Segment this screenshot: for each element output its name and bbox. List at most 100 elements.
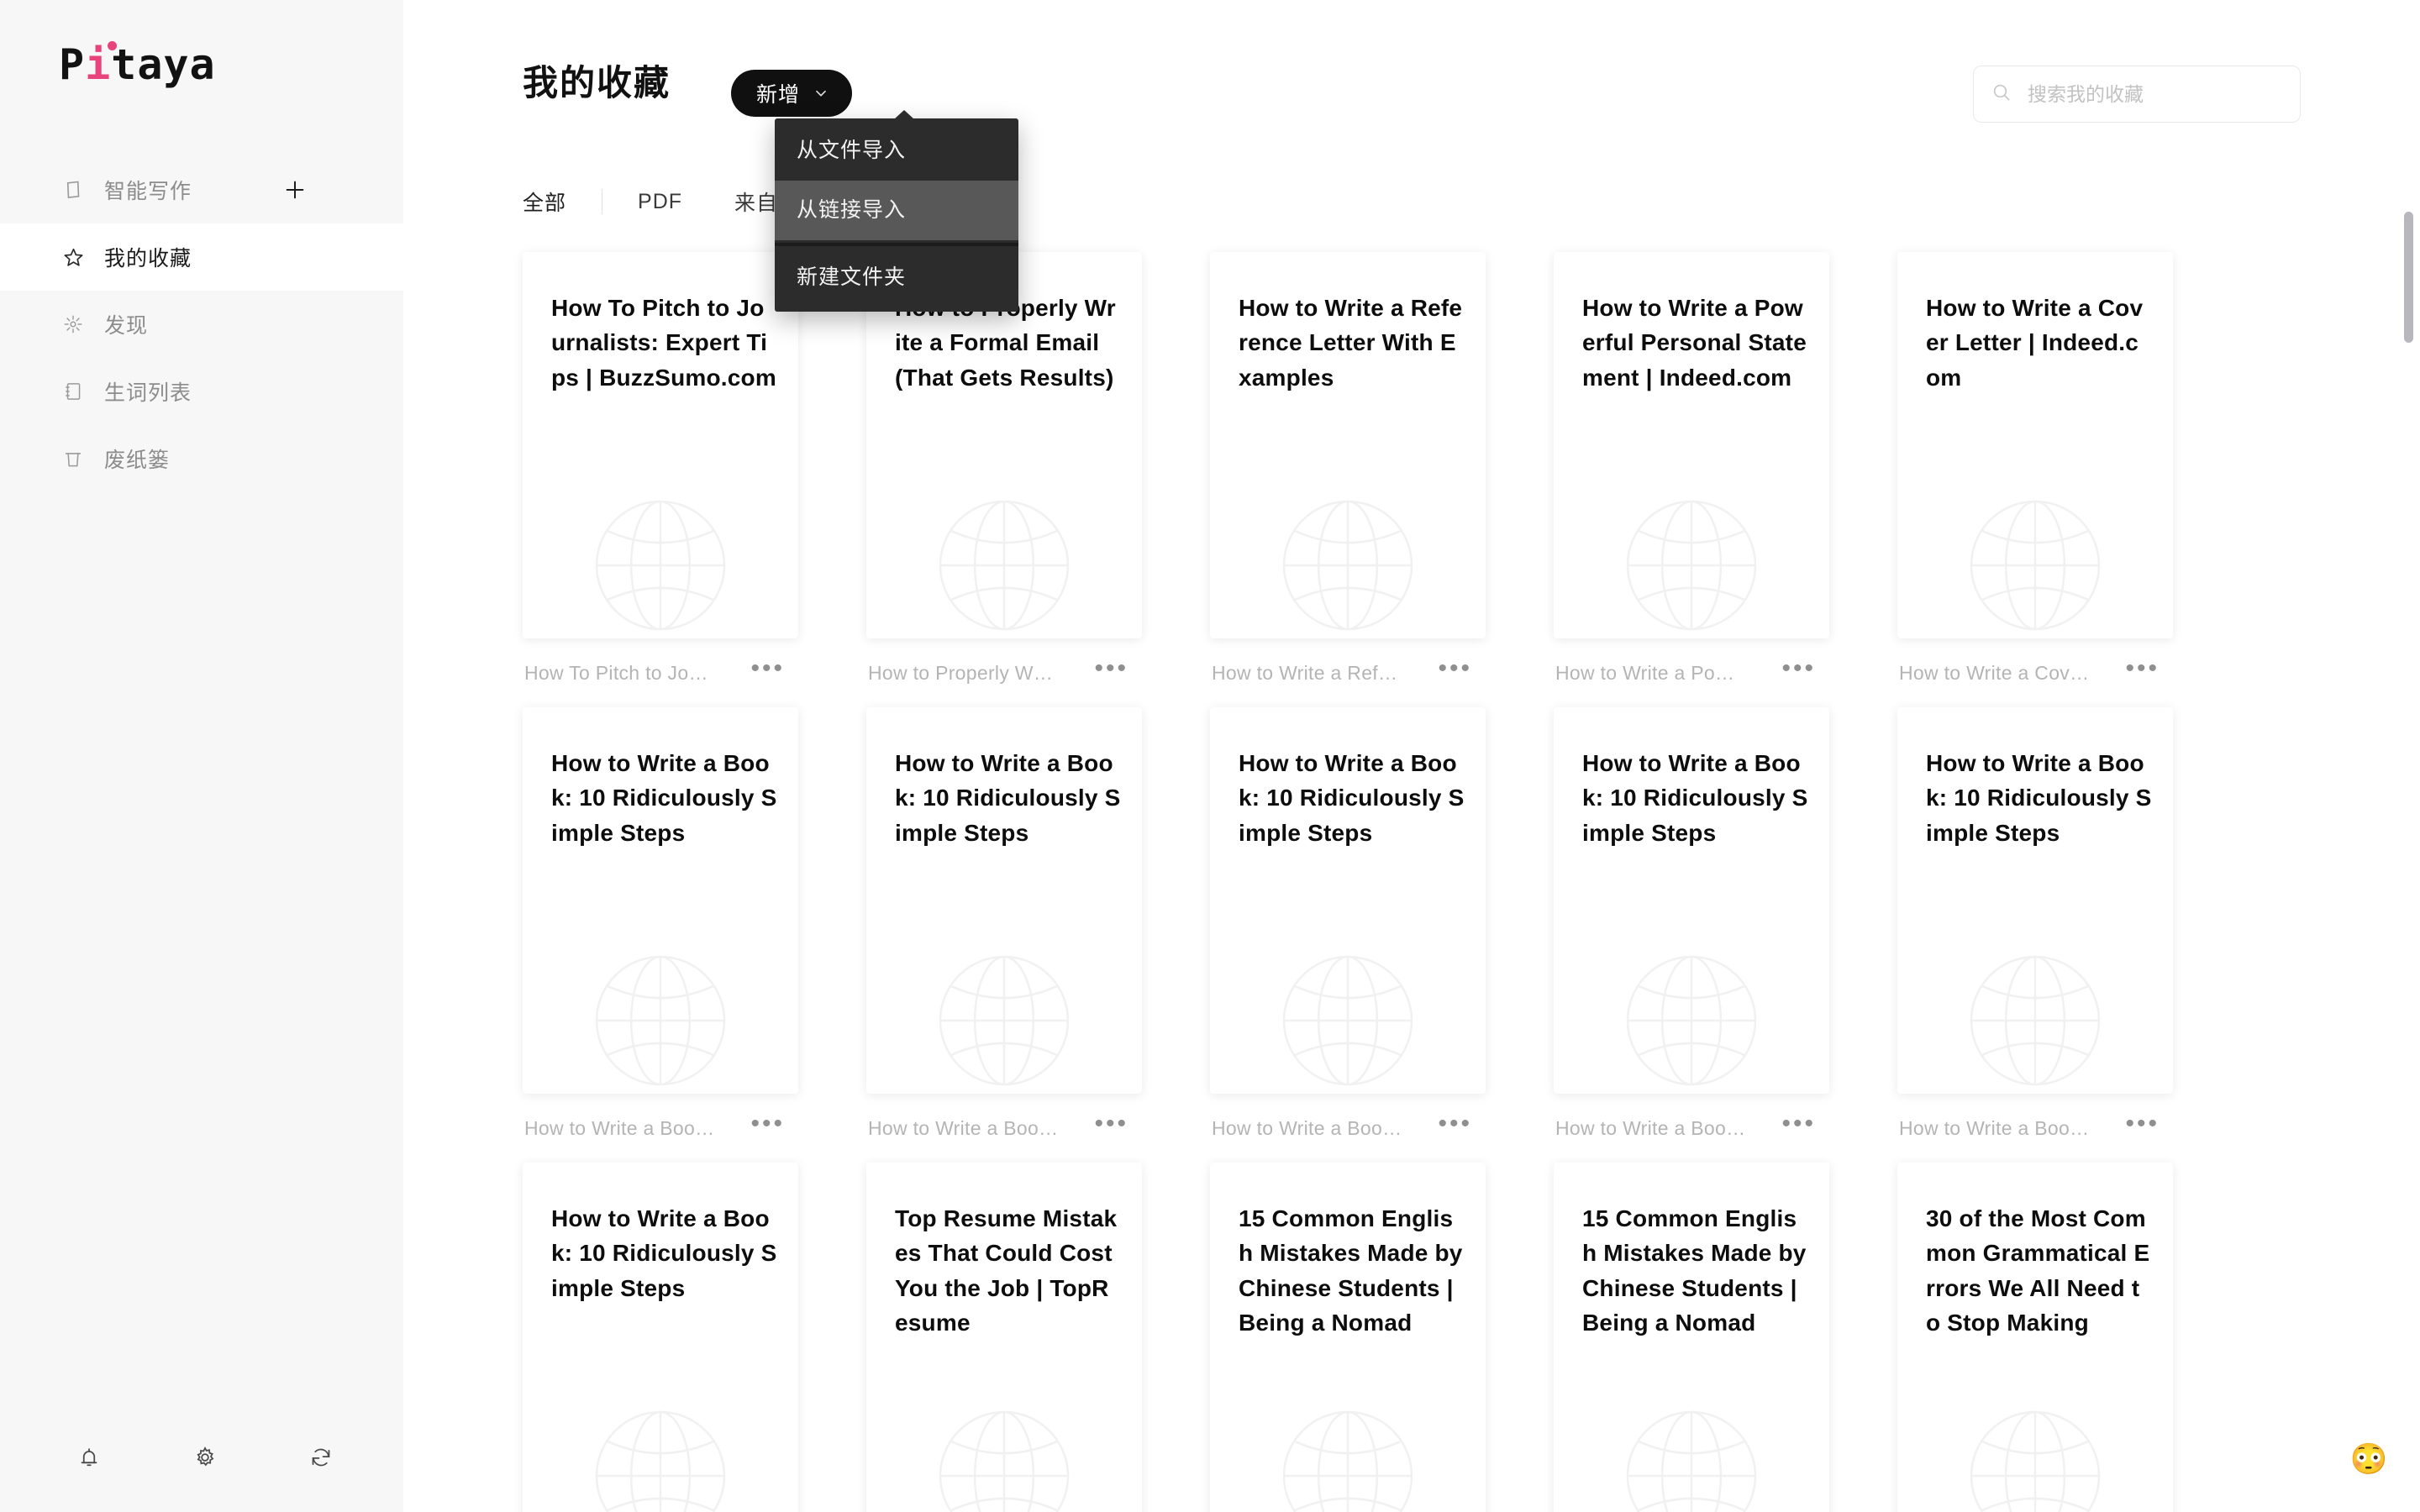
logo-container: Pitaya	[0, 0, 403, 126]
card-more-button[interactable]: •••	[1781, 1111, 1826, 1137]
card-footer: How To Pitch to Jo… •••	[523, 638, 798, 707]
card-more-button[interactable]: •••	[1438, 656, 1482, 682]
card-footer: How to Write a Boo… •••	[523, 1094, 798, 1163]
trash-icon	[60, 446, 86, 471]
card-title: How to Write a Reference Letter With Exa…	[1239, 295, 1463, 391]
bell-icon[interactable]	[71, 1439, 108, 1476]
collection-card[interactable]: 30 of the Most Common Grammatical Errors…	[1897, 1163, 2173, 1512]
card-more-button[interactable]: •••	[2125, 656, 2170, 682]
sidebar-footer	[0, 1403, 403, 1512]
card-more-button[interactable]: •••	[750, 656, 795, 682]
sidebar-item-my-collection[interactable]: 我的收藏	[0, 223, 403, 291]
sidebar-label: 智能写作	[104, 180, 192, 203]
sidebar-label: 生词列表	[104, 381, 192, 405]
globe-placeholder-icon	[1282, 955, 1413, 1086]
menu-item-import-from-link[interactable]: 从链接导入	[775, 181, 1018, 240]
collection-card-cell: How to Write a Book: 10 Ridiculously Sim…	[1897, 707, 2173, 1163]
collection-card[interactable]: How to Write a Book: 10 Ridiculously Sim…	[1554, 707, 1829, 1094]
menu-item-import-from-file[interactable]: 从文件导入	[775, 121, 1018, 181]
card-caption: How to Write a Ref…	[1212, 661, 1398, 684]
card-more-button[interactable]: •••	[1781, 656, 1826, 682]
notebook-icon	[60, 379, 86, 404]
document-icon	[60, 177, 86, 202]
collection-card[interactable]: 15 Common English Mistakes Made by Chine…	[1554, 1163, 1829, 1512]
card-caption: How to Properly W…	[868, 661, 1054, 684]
sidebar-item-vocabulary-list[interactable]: 生词列表	[0, 358, 403, 425]
card-more-button[interactable]: •••	[1094, 656, 1139, 682]
collection-card[interactable]: 15 Common English Mistakes Made by Chine…	[1210, 1163, 1486, 1512]
page-title: 我的收藏	[523, 63, 671, 102]
feedback-emoji-widget[interactable]: 😳	[2349, 1440, 2388, 1478]
card-title: 15 Common English Mistakes Made by Chine…	[1239, 1205, 1463, 1336]
card-more-button[interactable]: •••	[1094, 1111, 1139, 1137]
collection-card[interactable]: Top Resume Mistakes That Could Cost You …	[866, 1163, 1142, 1512]
collection-card[interactable]: How to Write a Book: 10 Ridiculously Sim…	[523, 1163, 798, 1512]
collection-card-cell: How to Write a Powerful Personal Stateme…	[1554, 252, 1829, 707]
sidebar-item-discover[interactable]: 发现	[0, 291, 403, 358]
collection-card-cell: How to Properly Write a Formal Email (Th…	[866, 252, 1142, 707]
app-root: Pitaya 智能写作 我的收藏 发现 生词列表 废纸篓 我的收藏 新增 搜索我…	[0, 0, 2420, 1512]
sync-icon[interactable]	[302, 1439, 339, 1476]
star-icon	[60, 244, 86, 270]
collection-grid: How To Pitch to Journalists: Expert Tips…	[523, 252, 2321, 1512]
dropdown-arrow	[894, 110, 914, 119]
card-title: How To Pitch to Journalists: Expert Tips…	[551, 295, 776, 391]
collection-card[interactable]: How to Write a Cover Letter | Indeed.com	[1897, 252, 2173, 638]
card-more-button[interactable]: •••	[1438, 1111, 1482, 1137]
collection-card[interactable]: How to Write a Book: 10 Ridiculously Sim…	[1897, 707, 2173, 1094]
logo-prefix: P	[59, 40, 86, 89]
card-footer: How to Properly W… •••	[866, 638, 1142, 707]
card-footer: How to Write a Boo… •••	[1897, 1094, 2173, 1163]
card-title: How to Write a Book: 10 Ridiculously Sim…	[551, 1205, 777, 1301]
add-document-button[interactable]	[281, 176, 309, 204]
card-more-button[interactable]: •••	[2125, 1111, 2170, 1137]
menu-item-new-folder[interactable]: 新建文件夹	[775, 248, 1018, 307]
collection-card-cell: How to Write a Reference Letter With Exa…	[1210, 252, 1486, 707]
main-content: 我的收藏 新增 全部	[403, 0, 2420, 1512]
globe-placeholder-icon	[1626, 955, 1757, 1086]
card-caption: How to Write a Cov…	[1899, 661, 2090, 684]
card-title: How to Write a Cover Letter | Indeed.com	[1926, 295, 2144, 391]
app-logo[interactable]: Pitaya	[59, 41, 216, 86]
collection-card-cell: Top Resume Mistakes That Could Cost You …	[866, 1163, 1142, 1512]
globe-placeholder-icon	[939, 1410, 1070, 1512]
card-title: 30 of the Most Common Grammatical Errors…	[1926, 1205, 2150, 1336]
tab-all[interactable]: 全部	[523, 186, 566, 217]
collection-card-cell: How to Write a Book: 10 Ridiculously Sim…	[866, 707, 1142, 1163]
globe-placeholder-icon	[1282, 1410, 1413, 1512]
collection-card-cell: How To Pitch to Journalists: Expert Tips…	[523, 252, 798, 707]
search-box[interactable]	[1973, 66, 2301, 123]
search-input[interactable]	[2028, 82, 2280, 106]
card-title: How to Write a Book: 10 Ridiculously Sim…	[551, 750, 777, 846]
collection-card[interactable]: How to Write a Book: 10 Ridiculously Sim…	[1210, 707, 1486, 1094]
sidebar: Pitaya 智能写作 我的收藏 发现 生词列表 废纸篓	[0, 0, 403, 1512]
chevron-down-icon	[812, 84, 830, 102]
gear-icon[interactable]	[187, 1439, 224, 1476]
search-icon	[1991, 81, 2012, 108]
collection-card[interactable]: How to Write a Book: 10 Ridiculously Sim…	[523, 707, 798, 1094]
sidebar-label: 发现	[104, 314, 149, 338]
card-footer: How to Write a Ref… •••	[1210, 638, 1486, 707]
collection-card-cell: 15 Common English Mistakes Made by Chine…	[1554, 1163, 1829, 1512]
card-title: How to Write a Book: 10 Ridiculously Sim…	[895, 750, 1121, 846]
add-button-label: 新增	[756, 83, 801, 107]
card-more-button[interactable]: •••	[750, 1111, 795, 1137]
card-caption: How to Write a Boo…	[524, 1116, 715, 1139]
collection-card-cell: How to Write a Book: 10 Ridiculously Sim…	[1554, 707, 1829, 1163]
collection-card[interactable]: How to Write a Powerful Personal Stateme…	[1554, 252, 1829, 638]
tab-pdf[interactable]: PDF	[638, 190, 682, 214]
collection-card[interactable]: How To Pitch to Journalists: Expert Tips…	[523, 252, 798, 638]
collection-card[interactable]: How to Write a Reference Letter With Exa…	[1210, 252, 1486, 638]
card-footer: How to Write a Boo… •••	[866, 1094, 1142, 1163]
sidebar-item-smart-writing[interactable]: 智能写作	[0, 156, 403, 223]
add-button[interactable]: 新增	[731, 70, 853, 117]
card-caption: How to Write a Po…	[1555, 661, 1735, 684]
sidebar-item-trash[interactable]: 废纸篓	[0, 425, 403, 492]
top-bar: 我的收藏 新增	[403, 0, 2420, 168]
card-footer: How to Write a Boo… •••	[1554, 1094, 1829, 1163]
scrollbar-thumb[interactable]	[2404, 212, 2413, 343]
collection-card[interactable]: How to Write a Book: 10 Ridiculously Sim…	[866, 707, 1142, 1094]
card-title: 15 Common English Mistakes Made by Chine…	[1582, 1205, 1807, 1336]
collection-card-cell: How to Write a Book: 10 Ridiculously Sim…	[523, 707, 798, 1163]
card-footer: How to Write a Cov… •••	[1897, 638, 2173, 707]
